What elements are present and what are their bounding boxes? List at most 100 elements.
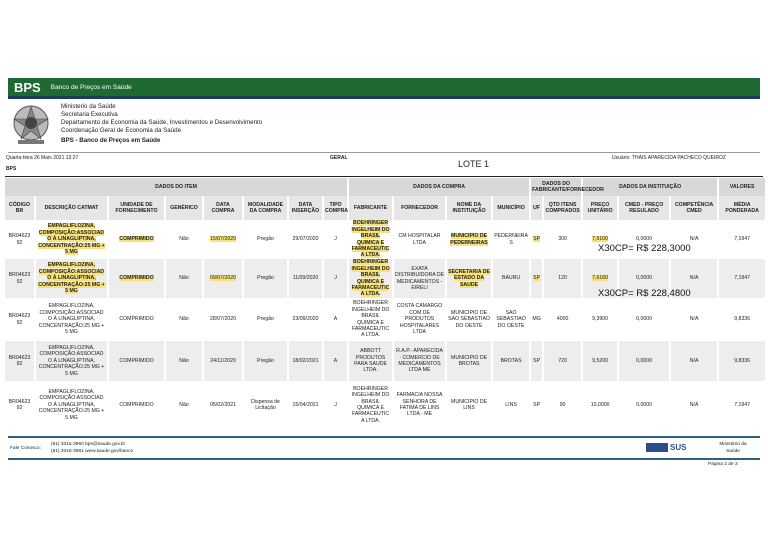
cell-text: 05/02/2021: [210, 401, 236, 408]
cell-text: Pregão: [257, 236, 274, 243]
table-cell: CM HOSPITALAR LTDA: [393, 220, 448, 259]
table-cell: 11/09/2020: [288, 259, 324, 298]
table-cell: SECRETARIA DE ESTADO DA SAUDE: [446, 259, 494, 298]
column-header: CÓDIGO BR: [5, 196, 36, 220]
table-cell: SP: [530, 381, 545, 429]
table-cell: 7,1947: [718, 220, 768, 259]
cell-text: MG: [532, 316, 541, 323]
cell-text: 0,0000: [636, 316, 653, 323]
cell-text: 9,5200: [592, 357, 609, 364]
group-header: DADOS DA COMPRA: [348, 178, 532, 196]
table-cell: PEDERNEIRA S: [492, 220, 532, 259]
cell-text: ABBOTT PRODUTOS PARA SAUDE LTDA.: [354, 348, 387, 374]
org-line: Ministerio da Saúde: [61, 103, 116, 110]
table-cell: 28/07/2020: [203, 298, 244, 341]
cell-text: 4000: [556, 316, 569, 323]
cell-text: 10,0000: [590, 401, 610, 408]
table-cell: SP: [530, 259, 545, 298]
table-cell: 24/11/2020: [203, 341, 244, 381]
cell-text: SAO SEBASTIAO DO OESTE: [496, 309, 526, 329]
divider: [8, 458, 760, 460]
column-header: MÉDIA PONDERADA: [718, 196, 768, 220]
coat-of-arms-icon: [12, 105, 50, 144]
table-cell: BOEHRINGER INGELHEIM DO BRASIL QUIMICA E…: [348, 381, 395, 429]
cell-text: EMPAGLIFLOZINA, COMPOSIÇÃO:ASSOCIAD O À …: [38, 262, 105, 295]
table-cell: Não: [165, 298, 204, 341]
table-cell: 720: [543, 341, 584, 381]
table-cell: Pregão: [243, 259, 289, 298]
cell-text: SP: [533, 236, 541, 243]
cell-text: MUNICIPIO DE SAO SEBASTIAO DO OESTE: [448, 309, 490, 329]
cell-text: 0,0000: [636, 275, 653, 282]
table-cell: 15/07/2020: [203, 220, 244, 259]
table-cell: BR04623 92: [5, 259, 36, 298]
cell-text: BOEHRINGER INGELHEIM DO BRASIL QUIMICA E…: [351, 385, 390, 424]
table-cell: ABBOTT PRODUTOS PARA SAUDE LTDA.: [348, 341, 395, 381]
ministry-label: Ministério da Saúde: [719, 442, 747, 454]
cell-text: FARMACIA NOSSA SENHORA DE FATIMA DE LINS…: [396, 392, 443, 418]
cell-text: 0,0000: [636, 236, 653, 243]
table-cell: 23/09/2020: [288, 298, 324, 341]
table-cell: J: [323, 259, 350, 298]
user-name: Usuário: THAIS APARECIDA PACHECO QUEIROZ: [612, 155, 726, 161]
table-cell: SP: [530, 341, 545, 381]
table-cell: 09/07/2020: [203, 259, 244, 298]
cell-text: BOEHRINGER INGELHEIM DO BRASIL QUIMICA E…: [351, 300, 390, 339]
cell-text: N/A: [689, 236, 699, 243]
cell-text: 24/11/2020: [210, 357, 236, 364]
column-header: FABRICANTE: [348, 196, 395, 220]
divider: [5, 176, 763, 177]
org-title: BPS - Banco de Preços em Saúde: [61, 137, 161, 144]
column-header: UF: [530, 196, 545, 220]
contact-line: (61) 3315-3961 www.saude.gov/banco: [51, 449, 134, 454]
table-row: BR04623 92 EMPAGLIFLOZINA, COMPOSIÇÃO:ASS…: [5, 298, 768, 341]
table-cell: 15/04/2021: [288, 381, 324, 429]
cell-text: J: [334, 401, 337, 408]
cell-text: COMPRIMIDO: [119, 357, 154, 364]
cell-text: EXATA DISTRIBUIDORA DE MEDICAMENTOS - EI…: [395, 265, 445, 291]
table-cell: BOEHRINGER INGELHEIM DO BRASIL QUIMICA E…: [348, 220, 395, 259]
column-header: MODALIDADE DA COMPRA: [243, 196, 289, 220]
table-cell: BR04623 92: [5, 341, 36, 381]
cell-text: PEDERNEIRA S: [494, 233, 528, 246]
table-cell: J: [323, 220, 350, 259]
table-cell: COMPRIMIDO: [108, 381, 166, 429]
table-cell: 300: [543, 220, 584, 259]
divider: [8, 96, 760, 99]
cell-text: EMPAGLIFLOZINA, COMPOSIÇÃO:ASSOCIAD O À …: [38, 344, 105, 377]
group-header: DADOS DO ITEM: [5, 178, 350, 196]
table-cell: J: [323, 381, 350, 429]
table-cell: 9,5200: [582, 341, 620, 381]
table-cell: 10,0000: [582, 381, 620, 429]
column-header: UNIDADE DE FORNECIMENTO: [108, 196, 166, 220]
cell-text: J: [334, 236, 337, 243]
table-cell: Não: [165, 341, 204, 381]
table-row: BR04623 92 EMPAGLIFLOZINA, COMPOSIÇÃO:ASS…: [5, 341, 768, 381]
cell-text: MUNICIPIO DE PEDERNEIRAS: [450, 233, 488, 246]
cell-text: Não: [179, 401, 189, 408]
cell-text: BR04623 92: [8, 233, 31, 246]
table-cell: MUNICIPIO DE SAO SEBASTIAO DO OESTE: [446, 298, 494, 341]
contact-line: (61) 3315-3950 bps@saude.gov.br: [51, 442, 126, 447]
table-cell: A: [323, 341, 350, 381]
organization-block: Ministerio da Saúde Secretaria Executiva…: [61, 103, 262, 145]
cell-text: BR04623 92: [8, 272, 31, 285]
table-cell: MG: [530, 298, 545, 341]
cell-text: EMPAGLIFLOZINA, COMPOSIÇÃO:ASSOCIAD O À …: [38, 388, 105, 421]
table-cell: R.A.P.- APARECIDA - COMERCIO DE MEDICAME…: [393, 341, 448, 381]
table-cell: 05/02/2021: [203, 381, 244, 429]
cell-text: Não: [179, 357, 189, 364]
header-subtitle: Banco de Preços em Saúde: [50, 83, 132, 91]
cell-text: BR04623 92: [8, 398, 31, 411]
table-cell: 4000: [543, 298, 584, 341]
cell-text: BOEHRINGER INGELHEIM DO BRASIL QUIMICA E…: [351, 259, 390, 298]
cell-text: 23/09/2020: [292, 316, 319, 323]
report-date: Quarta-feira 26 Maio 2021 13:27: [6, 155, 79, 161]
report-scope: GERAL: [330, 155, 348, 161]
table-cell: COMPRIMIDO: [108, 259, 166, 298]
table-cell: BOEHRINGER INGELHEIM DO BRASIL QUIMICA E…: [348, 259, 395, 298]
cell-text: A: [333, 316, 338, 323]
cell-text: Pregão: [257, 357, 274, 364]
cell-text: N/A: [689, 316, 699, 323]
cell-text: COMPRIMIDO: [119, 401, 154, 408]
